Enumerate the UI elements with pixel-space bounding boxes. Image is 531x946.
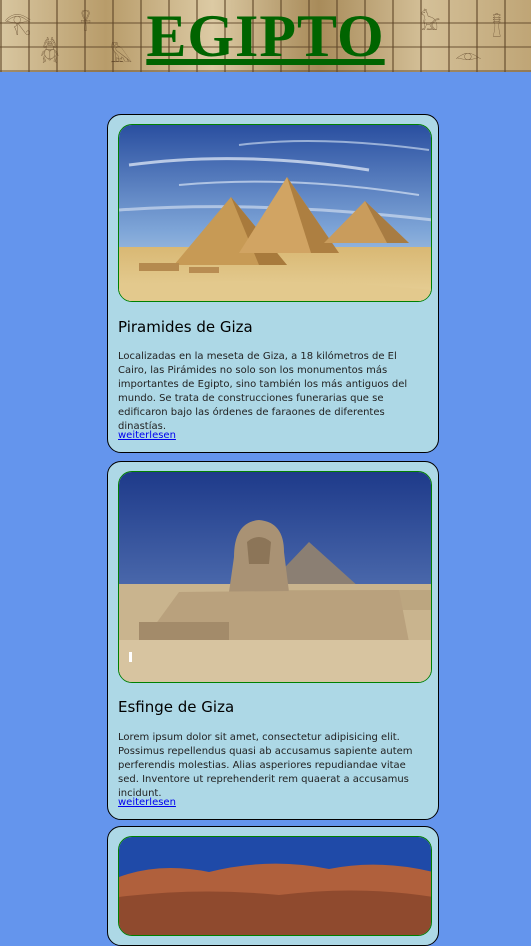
read-more-link[interactable]: weiterlesen [118, 430, 176, 441]
pyramids-image [118, 124, 432, 302]
card-title: Esfinge de Giza [118, 698, 235, 716]
page-title: EGIPTO [146, 3, 385, 69]
read-more-link[interactable]: weiterlesen [118, 797, 176, 808]
sphinx-image [118, 471, 432, 683]
card-third [107, 826, 439, 946]
card-description: Lorem ipsum dolor sit amet, consectetur … [118, 732, 413, 799]
card-title: Piramides de Giza [118, 318, 253, 336]
header-banner: 𓂀 𓆣 𓋹 𓅓 𓃠 𓁹 𓊽 EGIPTO [0, 0, 531, 72]
card-piramides: Piramides de Giza Localizadas en la mese… [107, 114, 439, 453]
card-esfinge: Esfinge de Giza Lorem ipsum dolor sit am… [107, 461, 439, 820]
desert-cliffs-image [118, 836, 432, 936]
card-description: Localizadas en la meseta de Giza, a 18 k… [118, 351, 408, 432]
